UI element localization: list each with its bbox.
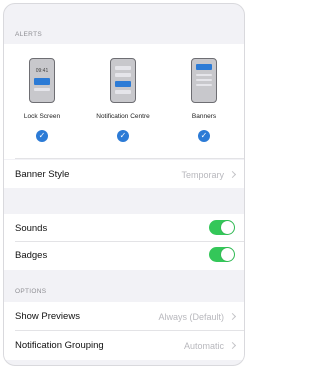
banner-style-value: Temporary — [181, 170, 224, 180]
alerts-card: 09:41 Lock Screen ✓ Notification Centre … — [4, 44, 244, 159]
alert-option-label: Lock Screen — [23, 113, 61, 120]
banners-preview — [191, 58, 217, 103]
lock-screen-banner — [34, 78, 50, 85]
sounds-label: Sounds — [15, 223, 48, 234]
options-section-header: OPTIONS — [15, 288, 47, 295]
checkmark-icon[interactable]: ✓ — [117, 130, 129, 142]
sounds-toggle[interactable] — [209, 220, 235, 235]
checkmark-icon[interactable]: ✓ — [198, 130, 210, 142]
options-card: Show Previews Always (Default) Notificat… — [4, 302, 244, 360]
notification-grouping-label: Notification Grouping — [15, 340, 104, 351]
banners-line — [196, 74, 212, 76]
banners-line — [196, 84, 212, 86]
show-previews-label: Show Previews — [15, 311, 80, 322]
banner-style-row[interactable]: Banner Style Temporary — [4, 160, 244, 188]
lock-screen-line — [34, 88, 50, 91]
chevron-right-icon — [228, 312, 237, 321]
divider — [15, 241, 244, 242]
alert-option-label: Notification Centre — [96, 113, 150, 120]
nc-banner — [115, 81, 131, 87]
badges-toggle[interactable] — [209, 247, 235, 262]
chevron-right-icon — [228, 341, 237, 350]
toggle-knob — [221, 221, 234, 234]
lock-screen-preview: 09:41 — [29, 58, 55, 103]
nc-line — [115, 66, 131, 70]
nc-line — [115, 73, 131, 77]
show-previews-row[interactable]: Show Previews Always (Default) — [4, 302, 244, 330]
badges-label: Badges — [15, 250, 48, 261]
alert-option-label: Banners — [191, 113, 217, 120]
alerts-section-header: ALERTS — [15, 31, 42, 38]
checkmark-icon[interactable]: ✓ — [36, 130, 48, 142]
lock-screen-time: 09:41 — [35, 68, 49, 74]
divider — [15, 158, 244, 159]
toggle-knob — [221, 248, 234, 261]
banners-line — [196, 79, 212, 81]
banners-banner — [196, 64, 212, 70]
show-previews-value: Always (Default) — [158, 312, 224, 322]
settings-screen: ALERTS 09:41 Lock Screen ✓ Notification … — [3, 3, 245, 366]
nc-line — [115, 90, 131, 94]
notification-grouping-value: Automatic — [183, 341, 224, 351]
banner-style-label: Banner Style — [15, 169, 70, 180]
notification-grouping-row[interactable]: Notification Grouping Automatic — [4, 331, 244, 359]
chevron-right-icon — [228, 170, 237, 179]
notification-centre-preview — [110, 58, 136, 103]
sounds-badges-card: Sounds Badges — [4, 214, 244, 270]
